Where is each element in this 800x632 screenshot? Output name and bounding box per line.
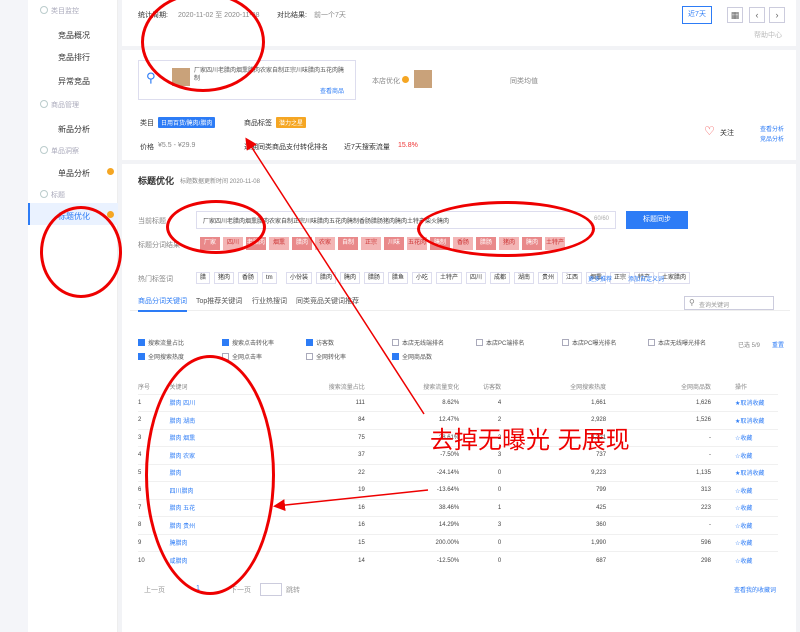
annotation-text: 去掉无曝光 无展现 (430, 426, 630, 454)
arrow-to-keyword (273, 489, 429, 512)
arrow-to-product (245, 137, 425, 415)
annotation-arrows (245, 137, 429, 512)
